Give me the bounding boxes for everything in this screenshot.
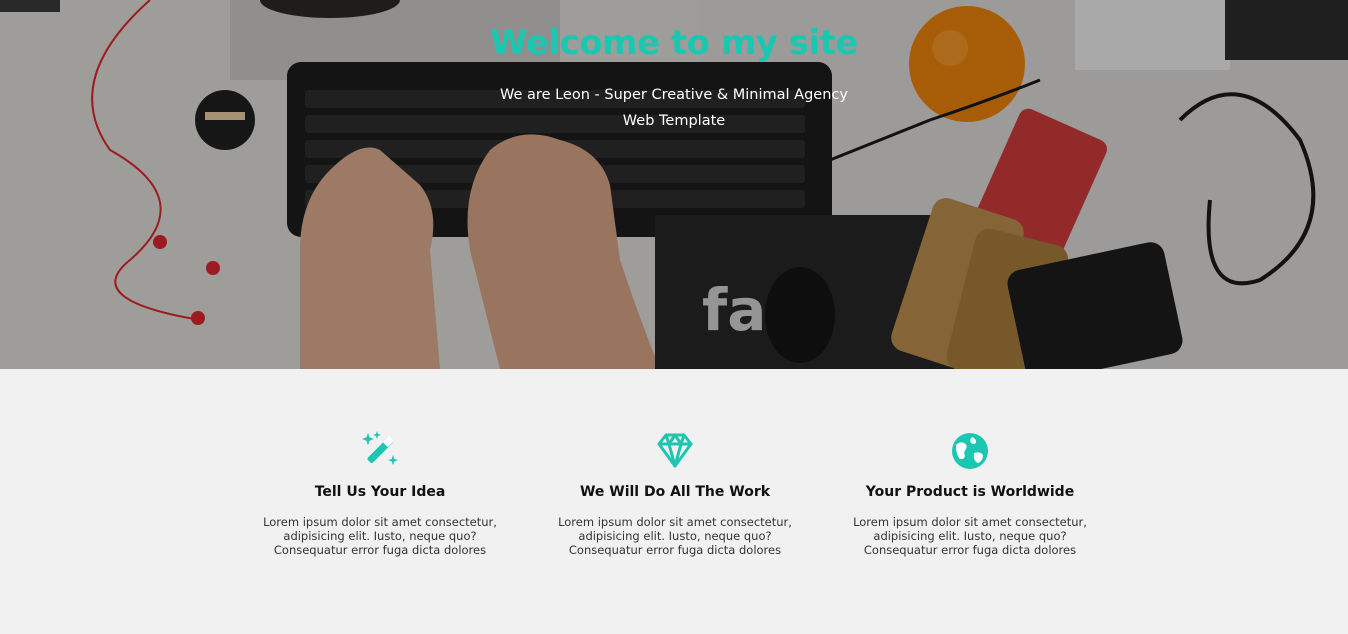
feature-text: Lorem ipsum dolor sit amet consectetur, … [263, 515, 497, 557]
feature-card-worldwide: Your Product is Worldwide Lorem ipsum do… [835, 431, 1105, 557]
diamond-icon [657, 433, 693, 468]
hero-section: fac Welcome to my site We are Leon - Sup… [0, 0, 1348, 369]
feature-text: Lorem ipsum dolor sit amet consectetur, … [853, 515, 1087, 557]
feature-title: Tell Us Your Idea [314, 484, 446, 500]
features-section: Tell Us Your Idea Lorem ipsum dolor sit … [0, 369, 1348, 634]
hero-title: Welcome to my site [490, 23, 858, 63]
feature-title: Your Product is Worldwide [865, 484, 1075, 500]
magic-wand-icon [362, 431, 398, 465]
globe-icon [952, 433, 988, 469]
hero-content: Welcome to my site We are Leon - Super C… [0, 22, 1348, 134]
feature-text: Lorem ipsum dolor sit amet consectetur, … [558, 515, 792, 557]
feature-title: We Will Do All The Work [579, 484, 771, 500]
hero-subtitle: We are Leon - Super Creative & Minimal A… [500, 87, 848, 129]
feature-card-work: We Will Do All The Work Lorem ipsum dolo… [540, 431, 810, 557]
feature-card-idea: Tell Us Your Idea Lorem ipsum dolor sit … [245, 431, 515, 557]
